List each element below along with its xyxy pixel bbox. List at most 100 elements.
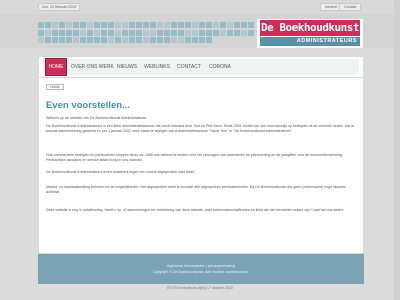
- header-tile: [101, 22, 107, 28]
- nav-bar: HOME OVER ONS WERK NIEUWS WEBLINKS CONTA…: [43, 58, 359, 76]
- header-tile: [129, 22, 135, 28]
- nav-item-over-ons-werk[interactable]: OVER ONS WERK: [71, 59, 114, 75]
- header-tile: [80, 22, 86, 28]
- header-tile: [136, 22, 142, 28]
- header-tile: [108, 29, 114, 36]
- header-tile: [66, 22, 72, 28]
- header-tile: [185, 29, 191, 36]
- header-tile: [73, 37, 79, 44]
- footer-copyright: Copyright © De Boekhoudkunst. Alle recht…: [152, 270, 250, 274]
- header-tile: [227, 22, 233, 28]
- header-tile: [59, 22, 65, 28]
- header-tile: [136, 37, 142, 44]
- header-tile: [192, 22, 198, 28]
- header-tile: [206, 22, 212, 28]
- header-tile: [241, 22, 247, 28]
- header-tile: [94, 22, 100, 28]
- header-tile: [185, 37, 191, 44]
- main-navigation: HOME OVER ONS WERK NIEUWS WEBLINKS CONTA…: [38, 56, 364, 78]
- intro-paragraph: Welkom op de website van De Boekhoudkuns…: [46, 116, 148, 120]
- header-tile: [178, 37, 184, 44]
- header-tile: [45, 29, 51, 36]
- date-badge: Zon, 22 februari 2015: [38, 3, 81, 11]
- header-tile: [143, 29, 149, 36]
- header-tile: [206, 37, 212, 44]
- logo-subtitle: ADMINISTRATEURS: [260, 37, 360, 46]
- development-paragraph: Deze website is nog in ontwikkeling. Hee…: [46, 208, 344, 212]
- header-tile: [199, 29, 205, 36]
- header-tile: [178, 22, 184, 28]
- header-tile: [101, 37, 107, 44]
- header-tile: [192, 37, 198, 44]
- header-tile: [87, 22, 93, 28]
- header-tile: [129, 37, 135, 44]
- header-tile: [171, 22, 177, 28]
- header-tile: [150, 37, 156, 44]
- header-tile: [234, 29, 240, 36]
- header-tile-pattern: [38, 22, 258, 44]
- header-tile: [164, 22, 170, 28]
- header-tile: [171, 29, 177, 36]
- header-tile: [73, 22, 79, 28]
- header-tile: [157, 37, 163, 44]
- logo-title: De Boekhoudkunst: [260, 20, 360, 36]
- header-tile: [101, 29, 107, 36]
- top-bar: Zon, 22 februari 2015 Intranet Contact: [0, 0, 400, 14]
- header-tile: [199, 37, 205, 44]
- header-tile: [122, 29, 128, 36]
- header-tile: [38, 22, 44, 28]
- page-title: Even voorstellen...: [46, 100, 130, 111]
- header-tile: [206, 29, 212, 36]
- header-tile: [45, 37, 51, 44]
- header-tile: [52, 37, 58, 44]
- nav-item-home[interactable]: HOME: [45, 58, 67, 76]
- header-tile: [199, 22, 205, 28]
- header-tile: [87, 29, 93, 36]
- header-tile: [38, 29, 44, 36]
- header-tile: [73, 29, 79, 36]
- header-tile: [164, 29, 170, 36]
- header-tile: [38, 37, 44, 44]
- contact-top-link[interactable]: Contact: [339, 3, 362, 11]
- nav-item-contact[interactable]: CONTACT: [175, 59, 203, 75]
- header-tile: [66, 29, 72, 36]
- header-tile: [108, 22, 114, 28]
- nav-item-corona[interactable]: CORONA: [207, 59, 233, 75]
- header-tile: [220, 22, 226, 28]
- header-tile: [157, 29, 163, 36]
- breadcrumb[interactable]: Home: [46, 84, 64, 90]
- header-tile: [178, 29, 184, 36]
- header-tile: [248, 29, 254, 36]
- header-tile: [108, 37, 114, 44]
- header-tile: [87, 37, 93, 44]
- header-tile: [185, 22, 191, 28]
- footer-links[interactable]: Algemene Voorwaarden | privacyverklaring: [38, 264, 364, 268]
- nav-item-weblinks[interactable]: WEBLINKS: [143, 59, 171, 75]
- header-tile: [234, 22, 240, 28]
- header-tile: [150, 29, 156, 36]
- header-tile: [213, 22, 219, 28]
- payment-paragraph: Maand- en kwartaalbetaling behoren tot d…: [46, 185, 347, 195]
- footer: Algemene Voorwaarden | privacyverklaring…: [38, 254, 364, 284]
- header-tile: [241, 29, 247, 36]
- header-tile: [248, 22, 254, 28]
- header-tile: [66, 37, 72, 44]
- header-tile: [136, 29, 142, 36]
- header-tile: [157, 22, 163, 28]
- header-tile: [164, 37, 170, 44]
- header-tile: [129, 29, 135, 36]
- header-tile: [59, 29, 65, 36]
- header-tile: [52, 22, 58, 28]
- footer-credit: ROTR Innovations vijftig 17 oktober 2020: [167, 286, 233, 290]
- header-tile: [171, 37, 177, 44]
- header-tile: [45, 22, 51, 28]
- scrollbar[interactable]: [394, 0, 400, 300]
- tariff-paragraph: De Boekhoudkunst Administrateurs levert …: [46, 170, 195, 174]
- clients-paragraph: Ook commerciële bedrijven en particulier…: [46, 153, 343, 163]
- nav-item-nieuws[interactable]: NIEUWS: [115, 59, 139, 75]
- header-tile: [52, 29, 58, 36]
- header-tile: [80, 29, 86, 36]
- header-tile: [227, 29, 233, 36]
- header-tile: [115, 37, 121, 44]
- header-tile: [220, 29, 226, 36]
